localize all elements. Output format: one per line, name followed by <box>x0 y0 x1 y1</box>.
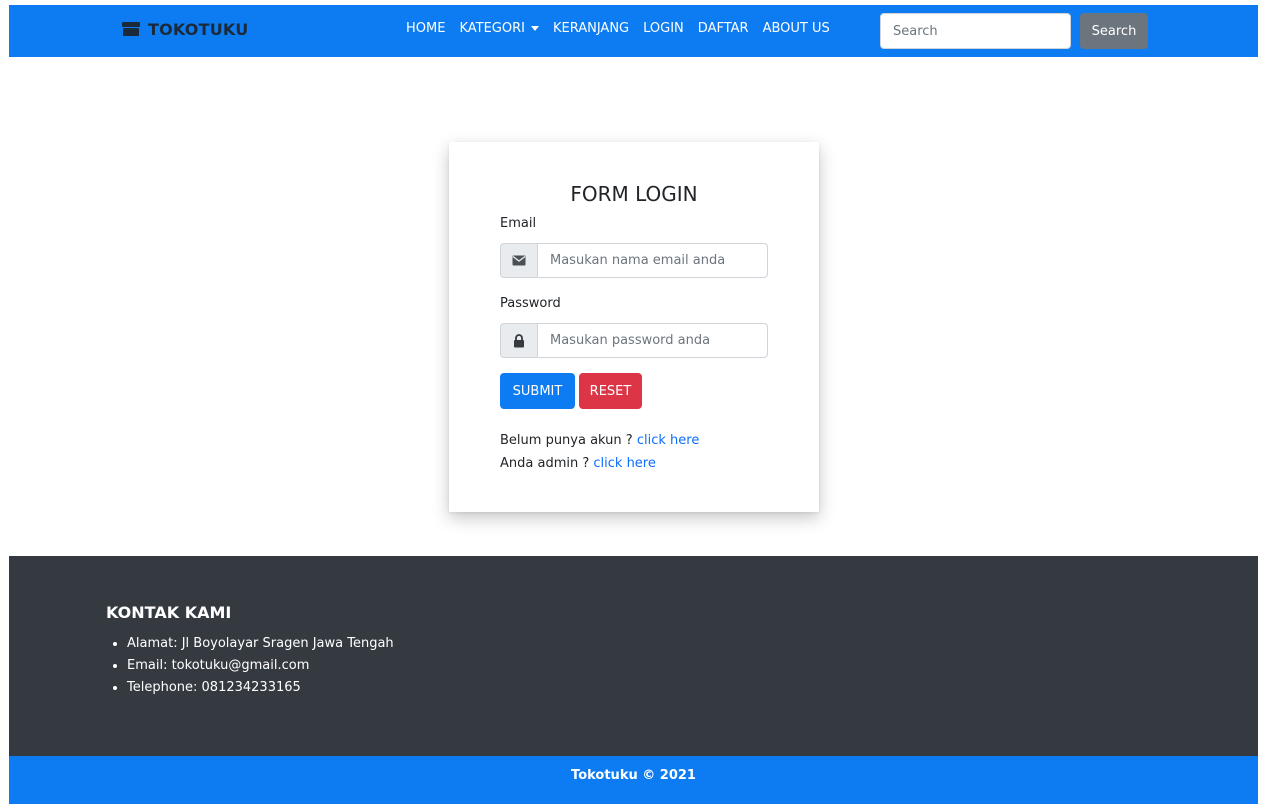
password-label: Password <box>500 296 561 311</box>
nav-link-kategori-label: KATEGORI <box>459 21 525 36</box>
submit-button[interactable]: SUBMIT <box>500 373 575 409</box>
register-text: Belum punya akun ? <box>500 433 633 448</box>
nav-link-kategori[interactable]: KATEGORI <box>459 21 539 36</box>
nav-link-home[interactable]: HOME <box>406 21 445 36</box>
login-card: FORM LOGIN Email Password SUBMIT RESET B… <box>449 142 819 512</box>
brand[interactable]: TOKOTUKU <box>121 19 248 39</box>
email-label: Email <box>500 216 537 231</box>
register-note: Belum punya akun ? click here <box>500 433 699 448</box>
form-title: FORM LOGIN <box>570 182 698 206</box>
search-input[interactable] <box>880 13 1071 49</box>
copyright-bar: Tokotuku © 2021 <box>9 756 1258 804</box>
chevron-down-icon <box>530 26 539 31</box>
contact-list: Alamat: Jl Boyolayar Sragen Jawa Tengah … <box>127 633 394 699</box>
nav-links: HOME KATEGORI KERANJANG LOGIN DAFTAR ABO… <box>406 21 844 36</box>
brand-label: TOKOTUKU <box>148 19 249 39</box>
navbar: TOKOTUKU HOME KATEGORI KERANJANG LOGIN D… <box>9 5 1258 57</box>
store-icon <box>121 19 141 39</box>
password-field[interactable] <box>538 323 768 358</box>
contact-phone: Telephone: 081234233165 <box>127 677 394 699</box>
contact-address: Alamat: Jl Boyolayar Sragen Jawa Tengah <box>127 633 394 655</box>
footer-title: KONTAK KAMI <box>106 603 232 622</box>
email-field[interactable] <box>538 243 768 278</box>
search-button[interactable]: Search <box>1080 13 1148 49</box>
contact-email: Email: tokotuku@gmail.com <box>127 655 394 677</box>
nav-link-keranjang[interactable]: KERANJANG <box>553 21 629 36</box>
password-input-group <box>500 323 768 358</box>
reset-button[interactable]: RESET <box>579 373 642 409</box>
footer: KONTAK KAMI Alamat: Jl Boyolayar Sragen … <box>9 556 1258 756</box>
register-link[interactable]: click here <box>637 433 699 448</box>
admin-note: Anda admin ? click here <box>500 456 656 471</box>
envelope-icon <box>500 243 538 278</box>
email-input-group <box>500 243 768 278</box>
admin-link[interactable]: click here <box>593 456 655 471</box>
admin-text: Anda admin ? <box>500 456 590 471</box>
nav-link-login[interactable]: LOGIN <box>643 21 684 36</box>
lock-icon <box>500 323 538 358</box>
nav-link-daftar[interactable]: DAFTAR <box>698 21 749 36</box>
nav-link-about-us[interactable]: ABOUT US <box>763 21 830 36</box>
